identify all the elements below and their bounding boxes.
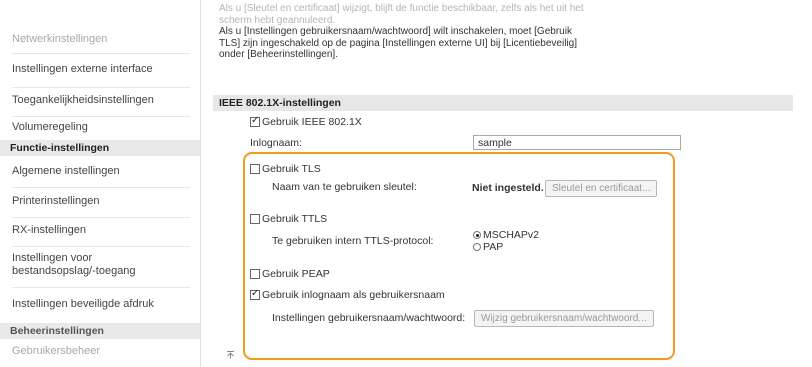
notice-line: onder [Beheerinstellingen]. [219, 49, 338, 60]
sidebar-item-label: Instellingen externe interface [12, 63, 153, 75]
sidebar-item-label: Printerinstellingen [12, 195, 100, 207]
use-login-as-user-label: Gebruik inlognaam als gebruikersnaam [262, 289, 445, 301]
use-peap-checkbox[interactable] [250, 269, 260, 279]
sidebar-item-user-management[interactable]: Gebruikersbeheer [12, 344, 190, 364]
use-peap-row: Gebruik PEAP [250, 268, 330, 280]
user-pw-settings-label: Instellingen gebruikersnaam/wachtwoord: [272, 312, 466, 324]
sidebar-divider [200, 0, 201, 367]
ttls-option-pap[interactable]: PAP [473, 241, 539, 253]
sidebar-item-external-interface[interactable]: Instellingen externe interface [12, 62, 190, 88]
sidebar-item-label-line2: bestandsopslag/-toegang [12, 265, 136, 277]
use-tls-label: Gebruik TLS [262, 163, 321, 175]
key-name-label: Naam van te gebruiken sleutel: [272, 181, 417, 193]
use-peap-label: Gebruik PEAP [262, 268, 330, 280]
section-header-ieee: IEEE 802.1X-instellingen [213, 95, 793, 111]
section-title: IEEE 802.1X-instellingen [219, 97, 341, 109]
key-certificate-button[interactable]: Sleutel en certificaat... [545, 180, 658, 197]
use-ieee-checkbox[interactable] [250, 115, 260, 127]
sidebar-item-label-line1: Instellingen voor [12, 252, 93, 264]
ttls-protocol-label: Te gebruiken intern TTLS-protocol: [272, 235, 434, 247]
login-label: Inlognaam: [250, 137, 302, 149]
radio-label: MSCHAPv2 [483, 229, 540, 241]
sidebar-item-file-storage[interactable]: Instellingen voor bestandsopslag/-toegan… [12, 252, 190, 288]
sidebar-item-volume[interactable]: Volumeregeling [12, 120, 190, 140]
radio-mschapv2[interactable] [473, 231, 481, 239]
sidebar-header-label: Functie-instellingen [10, 142, 110, 154]
use-tls-checkbox[interactable] [250, 164, 260, 174]
sidebar-item-label: Gebruikersbeheer [12, 345, 101, 357]
use-ttls-label: Gebruik TTLS [262, 213, 328, 225]
sidebar-header-manage[interactable]: Beheerinstellingen [0, 323, 200, 339]
sidebar-header-label: Beheerinstellingen [10, 325, 104, 337]
change-user-pw-button[interactable]: Wijzig gebruikersnaam/wachtwoord... [474, 310, 654, 327]
radio-label: PAP [483, 241, 504, 253]
key-status: Niet ingesteld. [472, 182, 544, 194]
sidebar-item-rx[interactable]: RX-instellingen [12, 223, 190, 247]
use-tls-row: Gebruik TLS [250, 163, 321, 175]
use-ttls-row: Gebruik TTLS [250, 213, 327, 225]
notice-line: scherm hebt geannuleerd. [219, 14, 336, 26]
use-login-as-user-row: Gebruik inlognaam als gebruikersnaam [250, 288, 445, 301]
sidebar-item-label: Instellingen beveiligde afdruk [12, 298, 154, 310]
arrow-to-top-svg [227, 351, 234, 359]
notice-text: Als u [Sleutel en certificaat] wijzigt, … [219, 3, 639, 61]
sidebar-header-function[interactable]: Functie-instellingen [0, 140, 200, 156]
sidebar-item-label: Volumeregeling [12, 121, 88, 133]
use-ieee-label: Gebruik IEEE 802.1X [262, 116, 362, 128]
sidebar-item-general[interactable]: Algemene instellingen [12, 164, 190, 188]
notice-line: Als u [Instellingen gebruikersnaam/wacht… [219, 26, 572, 37]
notice-line: TLS] zijn ingeschakeld op de pagina [Ins… [219, 37, 577, 49]
ttls-protocol-group: MSCHAPv2 PAP [473, 229, 539, 253]
use-login-as-user-checkbox[interactable] [250, 288, 260, 300]
arrow-to-top-icon[interactable] [226, 350, 235, 362]
notice-line: Als u [Sleutel en certificaat] wijzigt, … [219, 3, 584, 14]
sidebar-item-network[interactable]: Netwerkinstellingen [12, 32, 190, 54]
use-ieee-row: Gebruik IEEE 802.1X [250, 115, 362, 128]
sidebar-item-label: RX-instellingen [12, 224, 86, 236]
sidebar-item-label: Algemene instellingen [12, 165, 120, 177]
sidebar-item-label: Toegankelijkheidsinstellingen [12, 94, 154, 106]
sidebar-item-accessibility[interactable]: Toegankelijkheidsinstellingen [12, 93, 190, 117]
ttls-option-mschapv2[interactable]: MSCHAPv2 [473, 229, 539, 241]
sidebar-item-label: Netwerkinstellingen [12, 33, 108, 45]
sidebar: Netwerkinstellingen Instellingen externe… [0, 0, 200, 367]
login-input[interactable] [473, 135, 681, 150]
use-ttls-checkbox[interactable] [250, 214, 260, 224]
radio-pap[interactable] [473, 243, 481, 251]
sidebar-item-printer[interactable]: Printerinstellingen [12, 194, 190, 218]
